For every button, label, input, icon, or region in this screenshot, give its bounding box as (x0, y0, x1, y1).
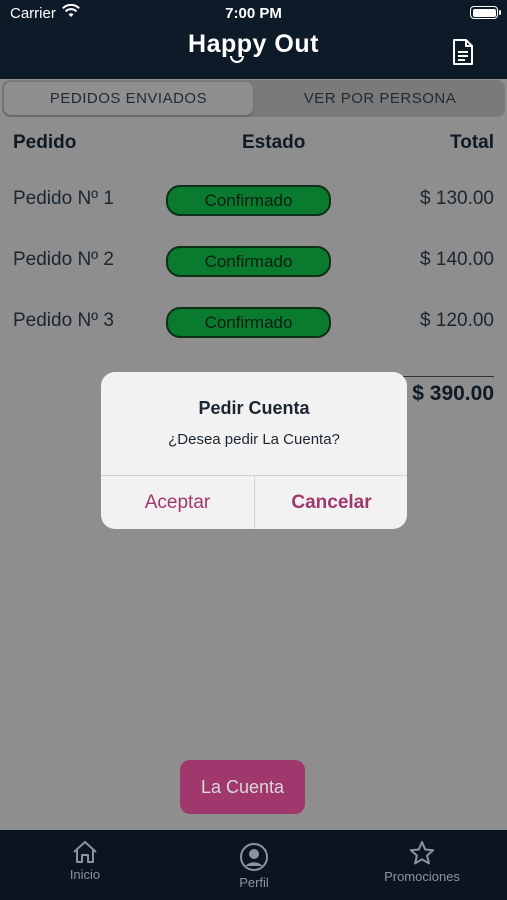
user-circle-icon (240, 843, 268, 871)
row-total: $ 120.00 (420, 310, 494, 331)
status-badge: Confirmado (166, 246, 331, 277)
top-bar: Carrier 7:00 PM Happy Out (0, 0, 507, 79)
aceptar-button[interactable]: Aceptar (101, 476, 254, 529)
alert-title: Pedir Cuenta (198, 398, 310, 418)
row-name: Pedido Nº 3 (13, 310, 114, 331)
tab-inicio[interactable]: Inicio (45, 830, 125, 900)
row-total: $ 130.00 (420, 188, 494, 209)
row-name: Pedido Nº 2 (13, 249, 114, 270)
document-icon[interactable] (451, 38, 475, 66)
header-pedido: Pedido (13, 132, 77, 153)
star-icon (409, 841, 435, 865)
app-logo: Happy Out (188, 30, 319, 58)
home-icon (73, 841, 97, 863)
cancelar-button[interactable]: Cancelar (255, 476, 407, 529)
header-total: Total (450, 132, 494, 153)
grand-total: $ 390.00 (412, 382, 494, 405)
tab-bar: Inicio Perfil Promociones (0, 830, 507, 900)
tab-perfil[interactable]: Perfil (214, 830, 294, 900)
la-cuenta-button[interactable]: La Cuenta (180, 760, 305, 814)
status-badge: Confirmado (166, 185, 331, 216)
row-name: Pedido Nº 1 (13, 188, 114, 209)
tab-perfil-label: Perfil (239, 875, 269, 890)
tab-ver-por-persona[interactable]: VER POR PERSONA (255, 82, 505, 115)
total-divider (400, 376, 494, 377)
segmented-control: PEDIDOS ENVIADOS VER POR PERSONA (2, 80, 505, 117)
battery-icon (470, 6, 501, 19)
header-estado: Estado (242, 132, 306, 153)
clock: 7:00 PM (225, 5, 282, 22)
tab-inicio-label: Inicio (69, 867, 101, 882)
row-total: $ 140.00 (420, 249, 494, 270)
tab-promociones-label: Promociones (384, 869, 460, 884)
status-badge: Confirmado (166, 307, 331, 338)
tab-pedidos-enviados[interactable]: PEDIDOS ENVIADOS (4, 82, 253, 115)
tab-promociones[interactable]: Promociones (372, 830, 472, 900)
pedir-cuenta-alert: Pedir Cuenta ¿Desea pedir La Cuenta? Ace… (101, 372, 407, 529)
status-bar: Carrier 7:00 PM (0, 0, 507, 28)
logo-smile (230, 56, 244, 63)
alert-message: ¿Desea pedir La Cuenta? (168, 431, 340, 448)
